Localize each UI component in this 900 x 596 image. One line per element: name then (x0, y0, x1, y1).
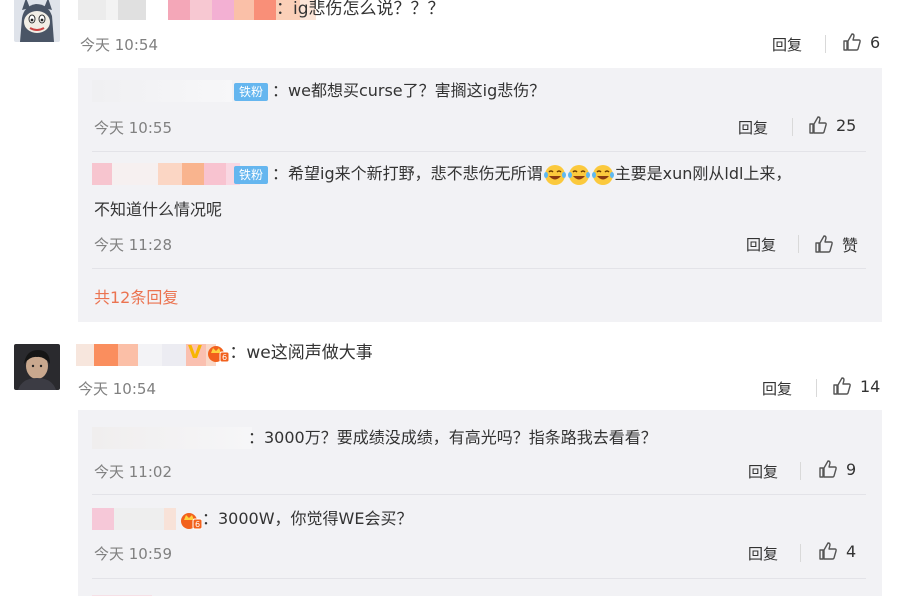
fan-badge: 铁粉 (234, 82, 269, 101)
divider (800, 462, 801, 480)
reply-content: ：3000W，你觉得WE会买？ (202, 509, 413, 528)
comment-content: ：we这阅声做大事 (229, 343, 373, 363)
reply-button[interactable]: 回复 (772, 34, 802, 55)
reply-username-obscured[interactable] (92, 163, 240, 185)
like-count: 4 (846, 541, 857, 561)
vip-crown-icon: 6 (181, 512, 202, 529)
comment-time: 今天 10:54 (80, 36, 158, 54)
reply-text-line2: 不知道什么情况呢 (94, 200, 223, 219)
reply-text: 铁粉 ：希望ig来个新打野，悲不悲伤无所谓 主要是xun刚从ldl上来， (232, 163, 791, 186)
reply-separator (92, 268, 866, 269)
reply-time: 今天 10:55 (94, 119, 172, 137)
like-count: 14 (860, 376, 881, 396)
thumbs-up-icon (815, 235, 833, 253)
thumbs-up-icon (819, 542, 837, 560)
divider (798, 235, 799, 253)
divider (792, 118, 793, 136)
laughing-tears-emoji (543, 164, 566, 185)
reply-button[interactable]: 回复 (762, 378, 792, 399)
reply-time: 今天 11:02 (94, 463, 172, 481)
reply-username-obscured[interactable] (92, 588, 152, 596)
vip-crown-icon: 6 (208, 346, 230, 363)
svg-text:6: 6 (222, 353, 227, 362)
like-count: 25 (836, 115, 857, 135)
like-button[interactable]: 6 (842, 32, 880, 52)
reply-username-obscured[interactable] (92, 80, 232, 102)
like-button[interactable]: 9 (818, 459, 856, 479)
like-label: 赞 (842, 236, 859, 255)
like-button[interactable]: 25 (808, 115, 856, 135)
like-count: 6 (870, 32, 881, 52)
svg-text:6: 6 (195, 520, 200, 529)
reply-username-obscured[interactable] (92, 427, 252, 449)
reply-text: 铁粉 ：we都想买curse了？害搁这ig悲伤？ (232, 80, 545, 102)
comment-text: ：ig悲伤怎么说？？？ (276, 0, 445, 19)
like-count: 9 (846, 459, 857, 479)
verified-v-icon: V (188, 342, 202, 363)
reply-separator (92, 578, 866, 579)
fan-badge: 铁粉 (234, 165, 269, 184)
thumbs-up-icon (809, 116, 827, 134)
thumbs-up-icon (843, 33, 861, 51)
avatar[interactable] (14, 0, 60, 42)
reply-button[interactable]: 回复 (746, 234, 776, 255)
divider (825, 35, 826, 53)
reply-separator (92, 151, 866, 152)
reply-button[interactable]: 回复 (748, 461, 778, 482)
reply-text: ：3000万？要成绩没成绩，有高光吗？指条路我去看看？ (248, 428, 657, 447)
thumbs-up-icon (819, 460, 837, 478)
reply-button[interactable]: 回复 (738, 117, 768, 138)
divider (800, 544, 801, 562)
reply-time: 今天 10:59 (94, 545, 172, 563)
reply-content-cont: 主要是xun刚从ldl上来， (614, 164, 792, 183)
reply-container (78, 68, 882, 322)
comment-time: 今天 10:54 (78, 380, 156, 398)
like-button[interactable]: 赞 (814, 232, 858, 256)
divider (816, 379, 817, 397)
thumbs-up-icon (833, 377, 851, 395)
like-button[interactable]: 14 (832, 376, 880, 396)
comment-text: V 6 ：we这阅声做大事 (188, 342, 373, 364)
laughing-tears-emoji (567, 164, 590, 185)
reply-text: 6 ：3000W，你觉得WE会买？ (180, 508, 412, 530)
laughing-tears-emoji (591, 164, 614, 185)
reply-button[interactable]: 回复 (748, 543, 778, 564)
reply-time: 今天 11:28 (94, 236, 172, 254)
reply-content: ：we都想买curse了？害搁这ig悲伤？ (272, 81, 546, 100)
avatar[interactable] (14, 344, 60, 390)
reply-content: ：希望ig来个新打野，悲不悲伤无所谓 (272, 164, 543, 183)
reply-username-obscured[interactable] (92, 508, 176, 530)
reply-separator (92, 494, 866, 495)
like-button[interactable]: 4 (818, 541, 856, 561)
more-replies-link[interactable]: 共12条回复 (94, 284, 178, 308)
